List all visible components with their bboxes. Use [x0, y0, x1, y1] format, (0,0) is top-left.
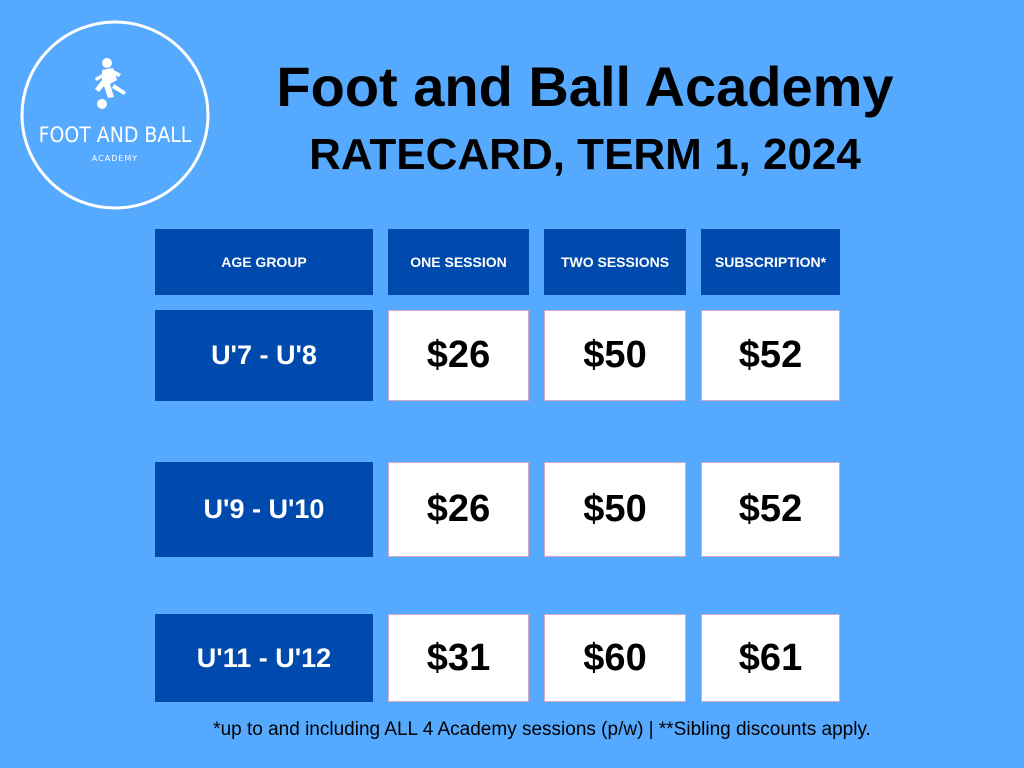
header-two-sessions: TWO SESSIONS — [544, 229, 686, 295]
footnote: *up to and including ALL 4 Academy sessi… — [213, 719, 871, 740]
header-subscription: SUBSCRIPTION* — [701, 229, 840, 295]
price-cell: $52 — [701, 462, 840, 557]
header-one-session: ONE SESSION — [388, 229, 529, 295]
price-cell: $26 — [388, 310, 529, 401]
price-cell: $60 — [544, 614, 686, 702]
price-cell: $50 — [544, 462, 686, 557]
age-group-cell: U'7 - U'8 — [155, 310, 373, 401]
header-age-group: AGE GROUP — [155, 229, 373, 295]
soccer-player-icon — [95, 58, 126, 109]
price-cell: $52 — [701, 310, 840, 401]
price-cell: $50 — [544, 310, 686, 401]
age-group-cell: U'11 - U'12 — [155, 614, 373, 702]
page-title: Foot and Ball Academy — [276, 55, 894, 118]
logo-sub: ACADEMY — [92, 154, 138, 163]
price-cell: $31 — [388, 614, 529, 702]
price-cell: $61 — [701, 614, 840, 702]
age-group-cell: U'9 - U'10 — [155, 462, 373, 557]
page-subtitle: RATECARD, TERM 1, 2024 — [309, 130, 861, 179]
price-cell: $26 — [388, 462, 529, 557]
